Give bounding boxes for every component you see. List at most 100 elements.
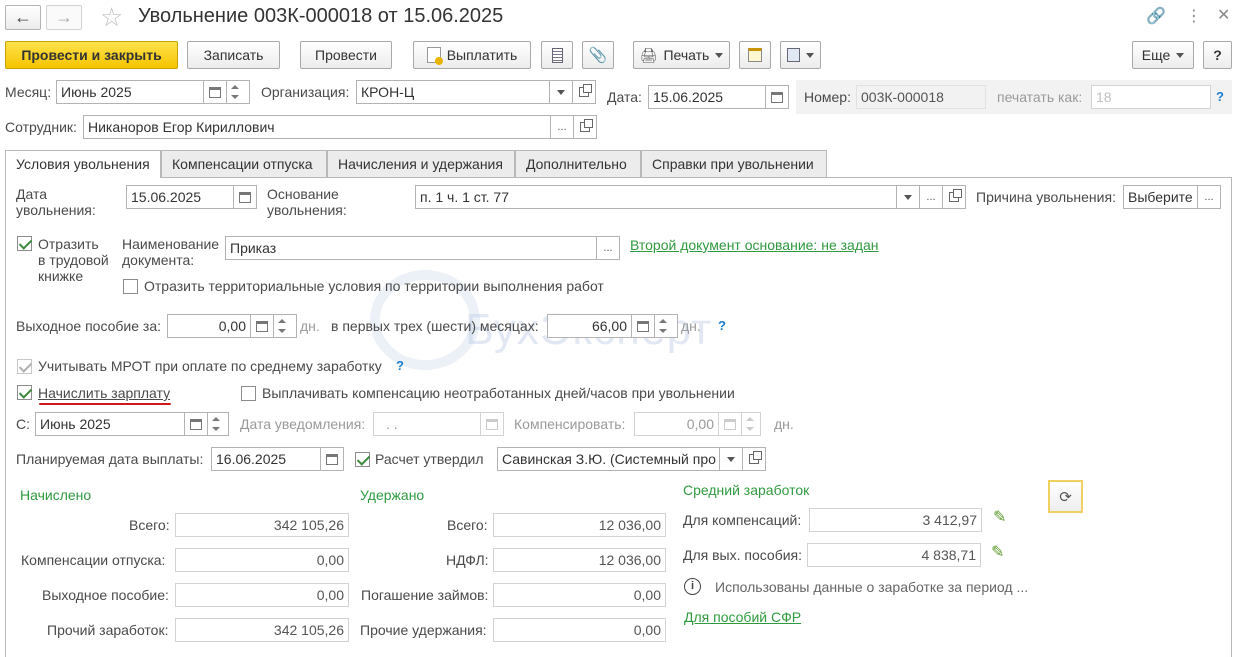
approved-by-field[interactable]: Савинская З.Ю. (Системный про — [497, 447, 720, 471]
open-form-icon — [580, 119, 593, 132]
compensate-calculator-button — [718, 412, 742, 436]
back-button[interactable]: ← — [5, 5, 41, 30]
sfr-benefits-link[interactable]: Для пособий СФР — [684, 609, 801, 625]
edit-compensation-pencil-icon[interactable]: ✎ — [993, 507, 1006, 527]
basis-label: Основание увольнения: — [267, 186, 347, 218]
tab-vacation-compensation[interactable]: Компенсации отпуска — [161, 150, 327, 177]
avg-severance-field: 4 838,71 — [807, 543, 981, 567]
reflect-in-workbook-checkbox[interactable] — [17, 236, 32, 251]
first-months-field[interactable]: 66,00 — [547, 314, 632, 338]
more-button[interactable]: Еще — [1132, 41, 1194, 69]
help-question-icon[interactable]: ? — [718, 318, 726, 333]
more-vertical-icon[interactable]: ⋮ — [1186, 6, 1202, 26]
forward-button[interactable]: → — [46, 5, 82, 30]
calculator-icon — [724, 418, 736, 430]
info-icon: i — [684, 578, 701, 595]
help-question-icon[interactable]: ? — [396, 358, 404, 373]
edit-severance-pencil-icon[interactable]: ✎ — [991, 542, 1004, 562]
reason-select-button[interactable]: ... — [1197, 185, 1221, 209]
print-as-label: печатать как: — [997, 89, 1083, 105]
avg-severance-label: Для вых. пособия: — [683, 547, 803, 563]
mrot-checkbox — [17, 359, 32, 374]
refresh-button[interactable]: ⟳ — [1048, 480, 1083, 513]
chevron-down-icon — [904, 194, 912, 200]
month-calendar-button[interactable] — [203, 80, 227, 104]
save-button[interactable]: Записать — [187, 41, 280, 69]
post-and-close-button[interactable]: Провести и закрыть — [5, 41, 178, 69]
from-spinner[interactable] — [207, 412, 229, 436]
dismissal-date-calendar-button[interactable] — [233, 185, 257, 209]
territorial-conditions-label: Отразить территориальные условия по терр… — [144, 278, 604, 294]
basis-field[interactable]: п. 1 ч. 1 ст. 77 — [415, 185, 897, 209]
withheld-total-field: 12 036,00 — [493, 513, 666, 537]
tab-additional[interactable]: Дополнительно — [515, 150, 641, 177]
date-calendar-button[interactable] — [765, 85, 789, 109]
employee-select-button[interactable]: ... — [550, 115, 574, 139]
tab-accruals-deductions[interactable]: Начисления и удержания — [327, 150, 515, 177]
help-button[interactable]: ? — [1203, 41, 1232, 69]
pay-button[interactable]: Выплатить — [413, 41, 531, 69]
calculation-approved-checkbox[interactable] — [355, 452, 370, 467]
first-months-spinner[interactable] — [654, 314, 678, 338]
accrued-total-field: 342 105,26 — [175, 513, 349, 537]
second-basis-document-link[interactable]: Второй документ основание: не задан — [630, 237, 879, 253]
refresh-icon: ⟳ — [1059, 488, 1072, 506]
print-button[interactable]: 🖨 Печать — [633, 41, 730, 69]
report-button[interactable] — [541, 41, 573, 69]
approved-by-open-button[interactable] — [742, 447, 766, 471]
date-field[interactable]: 15.06.2025 — [648, 85, 766, 109]
accrued-severance-field: 0,00 — [175, 583, 349, 607]
chevron-down-icon — [557, 89, 565, 95]
related-docs-button[interactable] — [739, 41, 771, 69]
from-field[interactable]: Июнь 2025 — [35, 412, 185, 436]
month-field[interactable]: Июнь 2025 — [56, 80, 204, 104]
pay-compensation-label: Выплачивать компенсацию неотработанных д… — [262, 385, 735, 401]
severance-field[interactable]: 0,00 — [167, 314, 251, 338]
accrue-salary-checkbox[interactable] — [17, 385, 32, 400]
organization-dropdown-button[interactable] — [549, 80, 573, 104]
basis-select-button[interactable]: ... — [919, 185, 943, 209]
employee-field[interactable]: Никаноров Егор Кириллович — [83, 115, 551, 139]
help-question-icon[interactable]: ? — [1216, 89, 1224, 104]
attach-button[interactable]: 📎 — [582, 41, 614, 69]
close-icon[interactable]: ✕ — [1217, 5, 1230, 25]
pay-compensation-checkbox[interactable] — [241, 386, 256, 401]
basis-dropdown-button[interactable] — [896, 185, 920, 209]
severance-calculator-button[interactable] — [250, 314, 274, 338]
document-name-label: Наименование документа: — [122, 236, 220, 268]
accrued-other-field: 342 105,26 — [175, 618, 349, 642]
organization-open-button[interactable] — [572, 80, 596, 104]
approved-by-dropdown-button[interactable] — [719, 447, 743, 471]
window-title: Увольнение 003К-000018 от 15.06.2025 — [138, 5, 504, 27]
first-months-calculator-button[interactable] — [631, 314, 655, 338]
document-name-field[interactable]: Приказ — [225, 236, 597, 260]
calendar-icon — [209, 86, 221, 98]
severance-spinner[interactable] — [273, 314, 297, 338]
document-name-select-button[interactable]: ... — [596, 236, 620, 260]
withheld-other-label: Прочие удержания: — [360, 622, 487, 638]
favorite-star-icon[interactable]: ☆ — [100, 2, 123, 33]
territorial-conditions-checkbox[interactable] — [123, 279, 138, 294]
notice-date-label: Дата уведомления: — [240, 416, 366, 432]
accrued-vacation-comp-label: Компенсации отпуска: — [21, 552, 166, 568]
employee-open-button[interactable] — [573, 115, 597, 139]
earnings-period-info: Использованы данные о заработке за перио… — [715, 579, 1029, 595]
planned-pay-date-calendar-button[interactable] — [320, 447, 344, 471]
print-as-field[interactable]: 18 — [1091, 85, 1211, 109]
month-spinner[interactable] — [226, 80, 250, 104]
tab-certificates[interactable]: Справки при увольнении — [641, 150, 827, 177]
basis-open-button[interactable] — [942, 185, 966, 209]
reason-field[interactable]: Выберите — [1123, 185, 1198, 209]
create-based-on-button[interactable] — [780, 41, 821, 69]
link-icon[interactable]: 🔗 — [1146, 6, 1166, 26]
planned-pay-date-field[interactable]: 16.06.2025 — [211, 447, 321, 471]
tab-dismissal-conditions[interactable]: Условия увольнения — [5, 150, 161, 178]
accrued-vacation-comp-field: 0,00 — [175, 548, 349, 572]
calendar-icon — [326, 453, 338, 465]
first-months-label: в первых трех (шести) месяцах: — [331, 318, 539, 334]
from-calendar-button[interactable] — [184, 412, 208, 436]
avg-compensation-field: 3 412,97 — [809, 508, 982, 532]
dismissal-date-field[interactable]: 15.06.2025 — [126, 185, 234, 209]
post-button[interactable]: Провести — [300, 41, 392, 69]
organization-field[interactable]: КРОН-Ц — [356, 80, 550, 104]
